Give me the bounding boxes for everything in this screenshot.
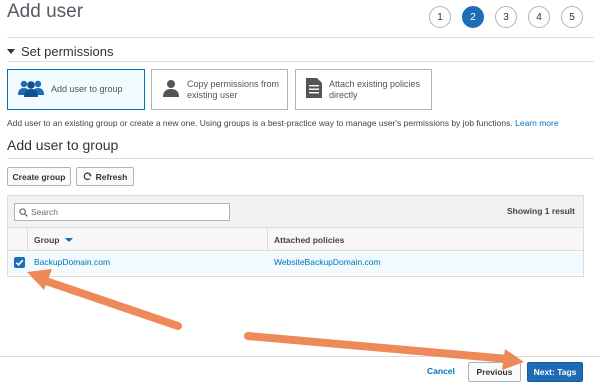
row-checkbox-checked[interactable] (14, 257, 25, 268)
option-label: Add user to group (51, 84, 123, 94)
page-title: Add user (7, 1, 84, 22)
next-label: Next: Tags (533, 367, 577, 377)
search-placeholder: Search (31, 207, 58, 217)
refresh-button[interactable]: Refresh (76, 167, 134, 186)
refresh-icon (83, 172, 92, 181)
caret-down-icon (7, 49, 15, 54)
user-icon (161, 78, 181, 101)
learn-more-link[interactable]: Learn more (515, 118, 558, 128)
result-count: Showing 1 result (506, 206, 575, 216)
add-to-group-heading: Add user to group (7, 137, 119, 153)
cancel-link[interactable]: Cancel (427, 366, 455, 376)
users-group-icon (17, 78, 45, 101)
step-4[interactable]: 4 (528, 6, 550, 28)
column-group-label: Group (34, 235, 60, 245)
help-text-body: Add user to an existing group or create … (7, 118, 513, 128)
table-toolbar: Search Showing 1 result (8, 196, 583, 228)
column-header-policies: Attached policies (274, 235, 345, 245)
sort-descending-icon (64, 238, 73, 242)
checkmark-icon (15, 259, 24, 267)
step-1[interactable]: 1 (429, 6, 451, 28)
option-attach-policies[interactable]: Attach existing policies directly (295, 69, 432, 110)
option-label: Attach existing policies directly (329, 78, 421, 100)
step-5[interactable]: 5 (561, 6, 583, 28)
option-add-user-to-group[interactable]: Add user to group (7, 69, 145, 110)
subsection-divider (7, 158, 594, 159)
permissions-help-text: Add user to an existing group or create … (7, 118, 559, 128)
section-divider (7, 61, 594, 62)
next-tags-button[interactable]: Next: Tags (527, 362, 583, 382)
step-2-active[interactable]: 2 (462, 6, 484, 28)
option-label: Copy permissions from existing user (187, 78, 280, 100)
table-header: Group Attached policies (8, 228, 583, 251)
group-name-link[interactable]: BackupDomain.com (34, 257, 110, 267)
set-permissions-heading: Set permissions (21, 44, 114, 59)
previous-label: Previous (476, 367, 513, 377)
policy-name-link[interactable]: WebsiteBackupDomain.com (274, 257, 381, 267)
search-input[interactable]: Search (14, 203, 230, 221)
create-group-button[interactable]: Create group (7, 167, 71, 186)
wizard-steps: 1 2 3 4 5 (429, 6, 594, 28)
table-row[interactable]: BackupDomain.com WebsiteBackupDomain.com (8, 252, 583, 273)
column-header-group[interactable]: Group (34, 235, 73, 245)
create-group-label: Create group (12, 171, 66, 182)
set-permissions-toggle[interactable]: Set permissions (7, 44, 113, 59)
option-copy-permissions[interactable]: Copy permissions from existing user (151, 69, 288, 110)
search-icon (19, 207, 28, 217)
arrow-to-checkbox-icon (27, 269, 182, 330)
previous-button[interactable]: Previous (468, 362, 521, 382)
title-divider (7, 37, 594, 38)
step-3[interactable]: 3 (495, 6, 517, 28)
groups-table: Search Showing 1 result Group Attached p… (7, 195, 584, 277)
footer-divider (0, 356, 600, 357)
document-icon (305, 77, 323, 102)
refresh-label: Refresh (95, 171, 128, 182)
